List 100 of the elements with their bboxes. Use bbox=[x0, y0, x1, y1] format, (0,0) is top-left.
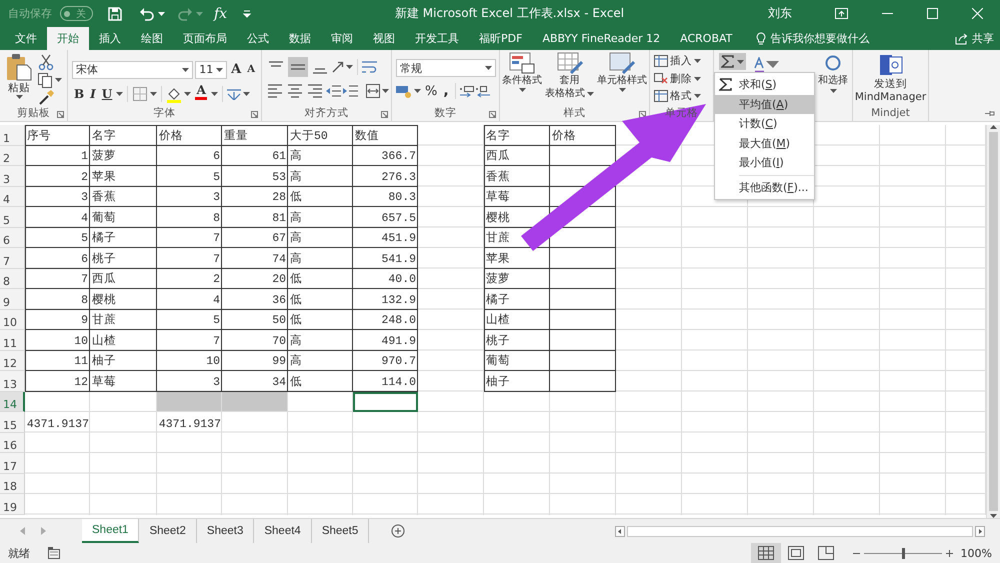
phonetic-guide-icon[interactable] bbox=[227, 88, 242, 100]
ribbon-tab[interactable]: 绘图 bbox=[131, 27, 173, 50]
cut-icon[interactable] bbox=[37, 53, 55, 71]
increase-decimal-icon[interactable] bbox=[460, 84, 474, 98]
caret-icon[interactable] bbox=[737, 60, 744, 64]
underline-button[interactable]: U bbox=[100, 84, 114, 104]
menu-item[interactable]: 最大值(M) bbox=[715, 134, 814, 153]
caret-icon[interactable] bbox=[694, 58, 701, 63]
add-sheet-icon[interactable] bbox=[391, 524, 406, 538]
search-icon[interactable] bbox=[825, 55, 841, 71]
scroll-right-icon[interactable] bbox=[975, 526, 985, 536]
caret-icon[interactable] bbox=[587, 92, 594, 96]
cells-button[interactable]: 删除 bbox=[652, 70, 711, 88]
row-header[interactable]: 3 bbox=[0, 166, 25, 186]
ribbon-tab[interactable]: 数据 bbox=[279, 27, 321, 50]
ribbon-tab[interactable]: 视图 bbox=[363, 27, 405, 50]
style-button[interactable]: 套用 表格格式 bbox=[545, 52, 594, 105]
italic-button[interactable]: I bbox=[88, 84, 98, 104]
zoom-level[interactable]: 100% bbox=[960, 546, 992, 560]
caret-icon[interactable] bbox=[211, 92, 218, 96]
shrink-font-button[interactable]: A bbox=[245, 60, 257, 80]
dialog-launcher-icon[interactable] bbox=[57, 111, 64, 118]
scroll-left-icon[interactable] bbox=[615, 526, 625, 536]
dialog-launcher-icon[interactable] bbox=[251, 111, 258, 118]
currency-icon[interactable] bbox=[396, 84, 412, 98]
number-format-field[interactable]: 常规 bbox=[396, 59, 496, 77]
sort-filter-icon[interactable] bbox=[754, 57, 780, 73]
caret-icon[interactable] bbox=[150, 92, 158, 96]
caret-icon[interactable] bbox=[830, 89, 836, 93]
style-button[interactable]: 单元格样式 bbox=[597, 52, 647, 105]
undo-icon[interactable] bbox=[139, 6, 155, 22]
ribbon-tab[interactable]: ACROBAT bbox=[670, 27, 742, 50]
fill-color-icon[interactable] bbox=[166, 86, 182, 103]
customize-menu-icon[interactable] bbox=[243, 10, 252, 18]
caret-icon[interactable] bbox=[158, 12, 165, 16]
ribbon-tab[interactable]: 文件 bbox=[5, 27, 47, 50]
font-size-field[interactable]: 11 bbox=[195, 60, 228, 79]
percent-button[interactable]: % bbox=[423, 81, 440, 101]
row-header[interactable]: 18 bbox=[0, 474, 25, 494]
caret-icon[interactable] bbox=[16, 95, 22, 99]
dialog-launcher-icon[interactable] bbox=[381, 111, 388, 118]
row-header[interactable]: 7 bbox=[0, 248, 25, 268]
ribbon-tab[interactable]: 插入 bbox=[89, 27, 131, 50]
format-painter-icon[interactable] bbox=[37, 89, 55, 107]
wrap-text-icon[interactable] bbox=[362, 61, 378, 73]
ribbon-display-icon[interactable] bbox=[835, 8, 848, 19]
autosum-button[interactable] bbox=[719, 53, 746, 70]
tell-me-search[interactable]: 告诉我你想要做什么 bbox=[750, 27, 876, 50]
caret-icon[interactable] bbox=[618, 88, 626, 92]
pin-ribbon-icon[interactable] bbox=[985, 110, 995, 117]
row-header[interactable]: 4 bbox=[0, 186, 25, 207]
selected-cell[interactable] bbox=[157, 392, 222, 412]
caret-icon[interactable] bbox=[116, 92, 124, 96]
caret-icon[interactable] bbox=[382, 89, 389, 93]
sheet-tab[interactable]: Sheet1 bbox=[82, 519, 140, 543]
menu-item[interactable]: 计数(C) bbox=[715, 114, 814, 134]
row-header[interactable]: 15 bbox=[0, 412, 25, 432]
caret-icon[interactable] bbox=[485, 66, 492, 70]
ribbon-tab[interactable]: 福昕PDF bbox=[469, 27, 532, 50]
menu-item[interactable]: 平均值(A) bbox=[715, 94, 814, 114]
caret-icon[interactable] bbox=[55, 78, 62, 82]
row-header[interactable]: 8 bbox=[0, 268, 25, 289]
bold-button[interactable]: B bbox=[72, 84, 86, 104]
row-header[interactable]: 9 bbox=[0, 289, 25, 310]
menu-item[interactable]: 其他函数(F)... bbox=[715, 178, 814, 197]
grow-font-button[interactable]: A bbox=[229, 60, 244, 80]
ribbon-tab[interactable]: 页面布局 bbox=[173, 27, 237, 50]
caret-icon[interactable] bbox=[182, 68, 190, 72]
text-orientation-icon[interactable] bbox=[332, 61, 344, 73]
row-header[interactable]: 12 bbox=[0, 350, 25, 371]
row-header[interactable]: 17 bbox=[0, 453, 25, 474]
vertical-scrollbar[interactable] bbox=[986, 125, 1000, 518]
row-header[interactable]: 19 bbox=[0, 494, 25, 514]
cells-button[interactable]: 格式 bbox=[652, 87, 711, 106]
row-header[interactable]: 10 bbox=[0, 310, 25, 330]
caret-icon[interactable] bbox=[694, 76, 701, 80]
row-header[interactable]: 1 bbox=[0, 125, 25, 146]
zoom-slider-thumb[interactable] bbox=[902, 548, 905, 558]
menu-item[interactable]: 最小值(I) bbox=[715, 153, 814, 172]
paste-button[interactable]: 粘贴 bbox=[4, 53, 34, 105]
menu-item[interactable]: 求和(S) bbox=[715, 75, 814, 94]
macro-record-icon[interactable] bbox=[48, 547, 60, 559]
caret-icon[interactable] bbox=[243, 92, 250, 96]
comma-button[interactable]: , bbox=[441, 81, 451, 101]
scroll-up-icon[interactable] bbox=[990, 125, 997, 129]
share-button[interactable]: 共享 bbox=[949, 27, 1000, 50]
ribbon-tab[interactable]: 审阅 bbox=[321, 27, 363, 50]
caret-icon[interactable] bbox=[694, 94, 701, 98]
row-header[interactable]: 16 bbox=[0, 432, 25, 453]
font-color-button[interactable]: A bbox=[193, 84, 210, 104]
merge-cells-icon[interactable] bbox=[366, 84, 380, 98]
ribbon-tab[interactable]: 开发工具 bbox=[405, 27, 469, 50]
insert-function-button[interactable]: fx bbox=[214, 6, 228, 22]
send-to-mindmanager-button[interactable]: 发送到 MindManager bbox=[852, 53, 928, 105]
style-button[interactable]: 条件格式 bbox=[502, 52, 542, 105]
view-button[interactable] bbox=[750, 543, 781, 563]
ribbon-tab[interactable]: ABBYY FineReader 12 bbox=[532, 27, 670, 50]
cells-button[interactable]: 插入 bbox=[652, 52, 711, 70]
zoom-in-icon[interactable] bbox=[946, 550, 953, 556]
save-icon[interactable] bbox=[107, 6, 123, 22]
